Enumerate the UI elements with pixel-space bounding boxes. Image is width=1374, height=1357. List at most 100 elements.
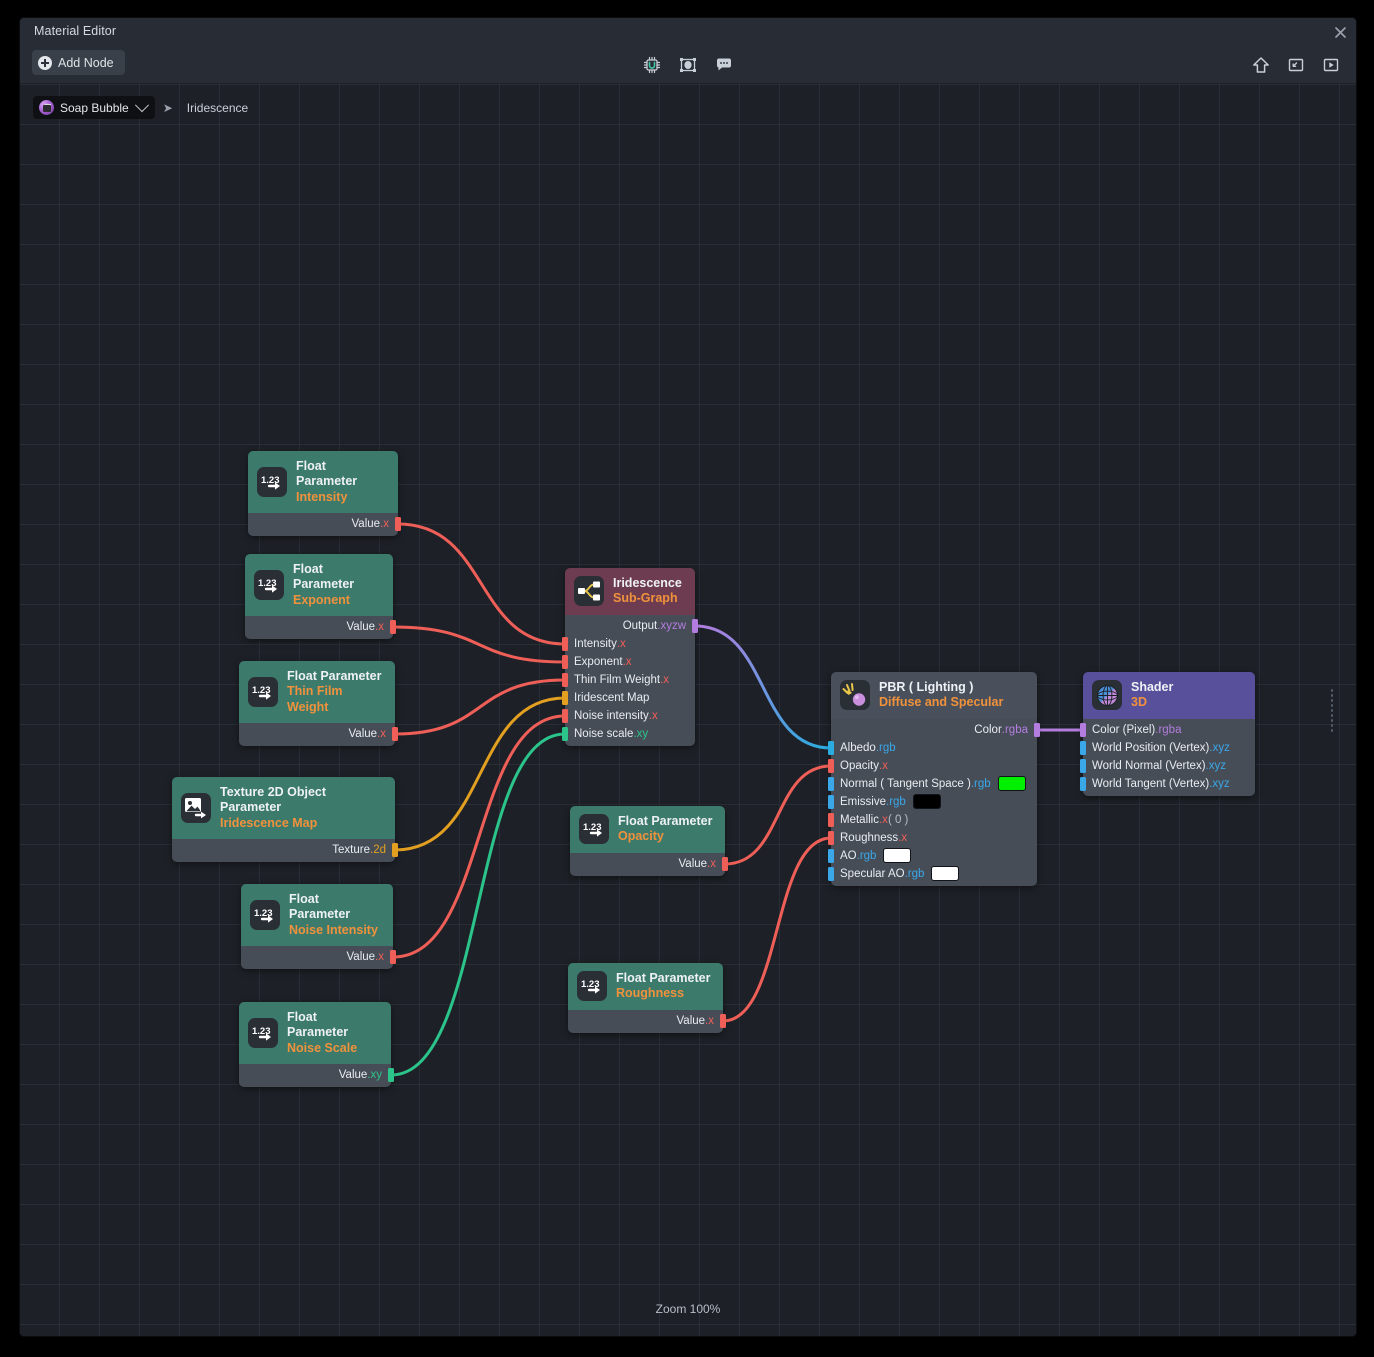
- port-normal-tangent-space[interactable]: [828, 777, 834, 791]
- sub-graph-chip-icon[interactable]: [641, 54, 663, 76]
- node-exponent[interactable]: 1.23Float ParameterExponentValue.x: [245, 554, 393, 639]
- breadcrumb: Soap Bubble ➤ Iridescence: [33, 96, 254, 119]
- port-noise-intensity[interactable]: [562, 709, 568, 723]
- port-output[interactable]: [692, 619, 698, 633]
- port-iridescent-map[interactable]: [562, 691, 568, 705]
- input-port-row[interactable]: Opacity.x: [831, 757, 1037, 775]
- port-label: Value: [351, 518, 380, 530]
- canvas-resize-handle[interactable]: [1330, 688, 1334, 732]
- output-port-row[interactable]: Output.xyzw: [565, 617, 695, 635]
- port-emissive[interactable]: [828, 795, 834, 809]
- port-roughness[interactable]: [828, 831, 834, 845]
- breadcrumb-material-selector[interactable]: Soap Bubble: [33, 96, 155, 119]
- port-world-position-vertex[interactable]: [1080, 741, 1086, 755]
- connection-wire[interactable]: [391, 734, 565, 1075]
- input-port-row[interactable]: Emissive.rgb: [831, 793, 1037, 811]
- input-port-row[interactable]: Intensity.x: [565, 635, 695, 653]
- input-port-row[interactable]: AO.rgb: [831, 847, 1037, 865]
- input-port-row[interactable]: Color (Pixel).rgba: [1083, 721, 1255, 739]
- port-value[interactable]: [390, 950, 396, 964]
- color-swatch[interactable]: [931, 866, 959, 881]
- output-port-row[interactable]: Value.x: [241, 948, 393, 966]
- node-subtitle: Noise Scale: [287, 1041, 381, 1056]
- input-port-row[interactable]: Thin Film Weight.x: [565, 671, 695, 689]
- input-port-row[interactable]: Noise intensity.x: [565, 707, 695, 725]
- output-port-row[interactable]: Value.x: [568, 1012, 723, 1030]
- input-port-row[interactable]: Albedo.rgb: [831, 739, 1037, 757]
- fit-view-icon[interactable]: [1285, 54, 1307, 76]
- connection-wire[interactable]: [725, 766, 831, 864]
- output-port-row[interactable]: Color.rgba: [831, 721, 1037, 739]
- input-port-row[interactable]: World Normal (Vertex).xyz: [1083, 757, 1255, 775]
- port-value[interactable]: [392, 727, 398, 741]
- color-swatch[interactable]: [998, 776, 1026, 791]
- port-color-pixel[interactable]: [1080, 723, 1086, 737]
- output-port-row[interactable]: Value.x: [570, 855, 725, 873]
- port-albedo[interactable]: [828, 741, 834, 755]
- input-port-row[interactable]: Roughness.x: [831, 829, 1037, 847]
- port-value[interactable]: [720, 1014, 726, 1028]
- node-shader[interactable]: Shader3DColor (Pixel).rgbaWorld Position…: [1083, 672, 1255, 796]
- input-port-row[interactable]: World Position (Vertex).xyz: [1083, 739, 1255, 757]
- output-port-row[interactable]: Value.xy: [239, 1066, 391, 1084]
- output-port-row[interactable]: Value.x: [239, 725, 395, 743]
- port-intensity[interactable]: [562, 637, 568, 651]
- port-extra-value: ( 0 ): [888, 814, 908, 826]
- close-icon[interactable]: [1324, 18, 1356, 46]
- breadcrumb-item-iridescence[interactable]: Iridescence: [181, 98, 254, 118]
- node-thinfilm[interactable]: 1.23Float ParameterThin Film WeightValue…: [239, 661, 395, 746]
- output-port-row[interactable]: Value.x: [248, 515, 398, 533]
- connection-wire[interactable]: [393, 716, 565, 957]
- input-port-row[interactable]: Exponent.x: [565, 653, 695, 671]
- home-icon[interactable]: [1250, 54, 1272, 76]
- connection-wire[interactable]: [398, 524, 565, 644]
- node-graph-canvas[interactable]: Soap Bubble ➤ Iridescence 1.23Float Para…: [20, 83, 1356, 1336]
- port-ao[interactable]: [828, 849, 834, 863]
- connection-wire[interactable]: [723, 838, 831, 1021]
- port-value[interactable]: [395, 517, 401, 531]
- port-suffix: .rgb: [905, 868, 925, 880]
- node-intensity[interactable]: 1.23Float ParameterIntensityValue.x: [248, 451, 398, 536]
- node-pbr[interactable]: PBR ( Lighting )Diffuse and SpecularColo…: [831, 672, 1037, 886]
- color-swatch[interactable]: [883, 848, 911, 863]
- node-noiseintensity[interactable]: 1.23Float ParameterNoise Intensity Value.…: [241, 884, 393, 969]
- input-port-row[interactable]: World Tangent (Vertex).xyz: [1083, 775, 1255, 793]
- node-header: 1.23Float ParameterNoise Intensity: [241, 884, 393, 946]
- connection-wire[interactable]: [395, 680, 565, 734]
- node-iridescencemap[interactable]: Texture 2D Object ParameterIridescence M…: [172, 777, 395, 862]
- input-port-row[interactable]: Specular AO.rgb: [831, 865, 1037, 883]
- port-metallic[interactable]: [828, 813, 834, 827]
- port-color[interactable]: [1034, 723, 1040, 737]
- add-node-button[interactable]: Add Node: [32, 50, 125, 75]
- input-port-row[interactable]: Normal ( Tangent Space ).rgb: [831, 775, 1037, 793]
- node-roughness[interactable]: 1.23Float ParameterRoughnessValue.x: [568, 963, 723, 1033]
- color-swatch[interactable]: [913, 794, 941, 809]
- node-iridescence[interactable]: IridescenceSub-GraphOutput.xyzwIntensity…: [565, 568, 695, 746]
- input-port-row[interactable]: Iridescent Map: [565, 689, 695, 707]
- comment-icon[interactable]: [713, 54, 735, 76]
- port-texture[interactable]: [392, 843, 398, 857]
- connection-wire[interactable]: [695, 626, 831, 748]
- port-thin-film-weight[interactable]: [562, 673, 568, 687]
- port-world-tangent-vertex[interactable]: [1080, 777, 1086, 791]
- node-opacity[interactable]: 1.23Float ParameterOpacityValue.x: [570, 806, 725, 876]
- port-value[interactable]: [390, 620, 396, 634]
- output-port-row[interactable]: Texture.2d: [172, 841, 395, 859]
- port-exponent[interactable]: [562, 655, 568, 669]
- frame-icon[interactable]: [677, 54, 699, 76]
- node-noisescale[interactable]: 1.23Float ParameterNoise ScaleValue.xy: [239, 1002, 391, 1087]
- connection-wire[interactable]: [395, 698, 565, 850]
- port-opacity[interactable]: [828, 759, 834, 773]
- output-port-row[interactable]: Value.x: [245, 618, 393, 636]
- port-world-normal-vertex[interactable]: [1080, 759, 1086, 773]
- port-value[interactable]: [388, 1068, 394, 1082]
- port-noise-scale[interactable]: [562, 727, 568, 741]
- port-label: Value: [676, 1015, 705, 1027]
- port-suffix: .xy: [367, 1069, 382, 1081]
- input-port-row[interactable]: Metallic.x ( 0 ): [831, 811, 1037, 829]
- port-specular-ao[interactable]: [828, 867, 834, 881]
- input-port-row[interactable]: Noise scale.xy: [565, 725, 695, 743]
- preview-icon[interactable]: [1320, 54, 1342, 76]
- port-value[interactable]: [722, 857, 728, 871]
- connection-wire[interactable]: [393, 627, 565, 662]
